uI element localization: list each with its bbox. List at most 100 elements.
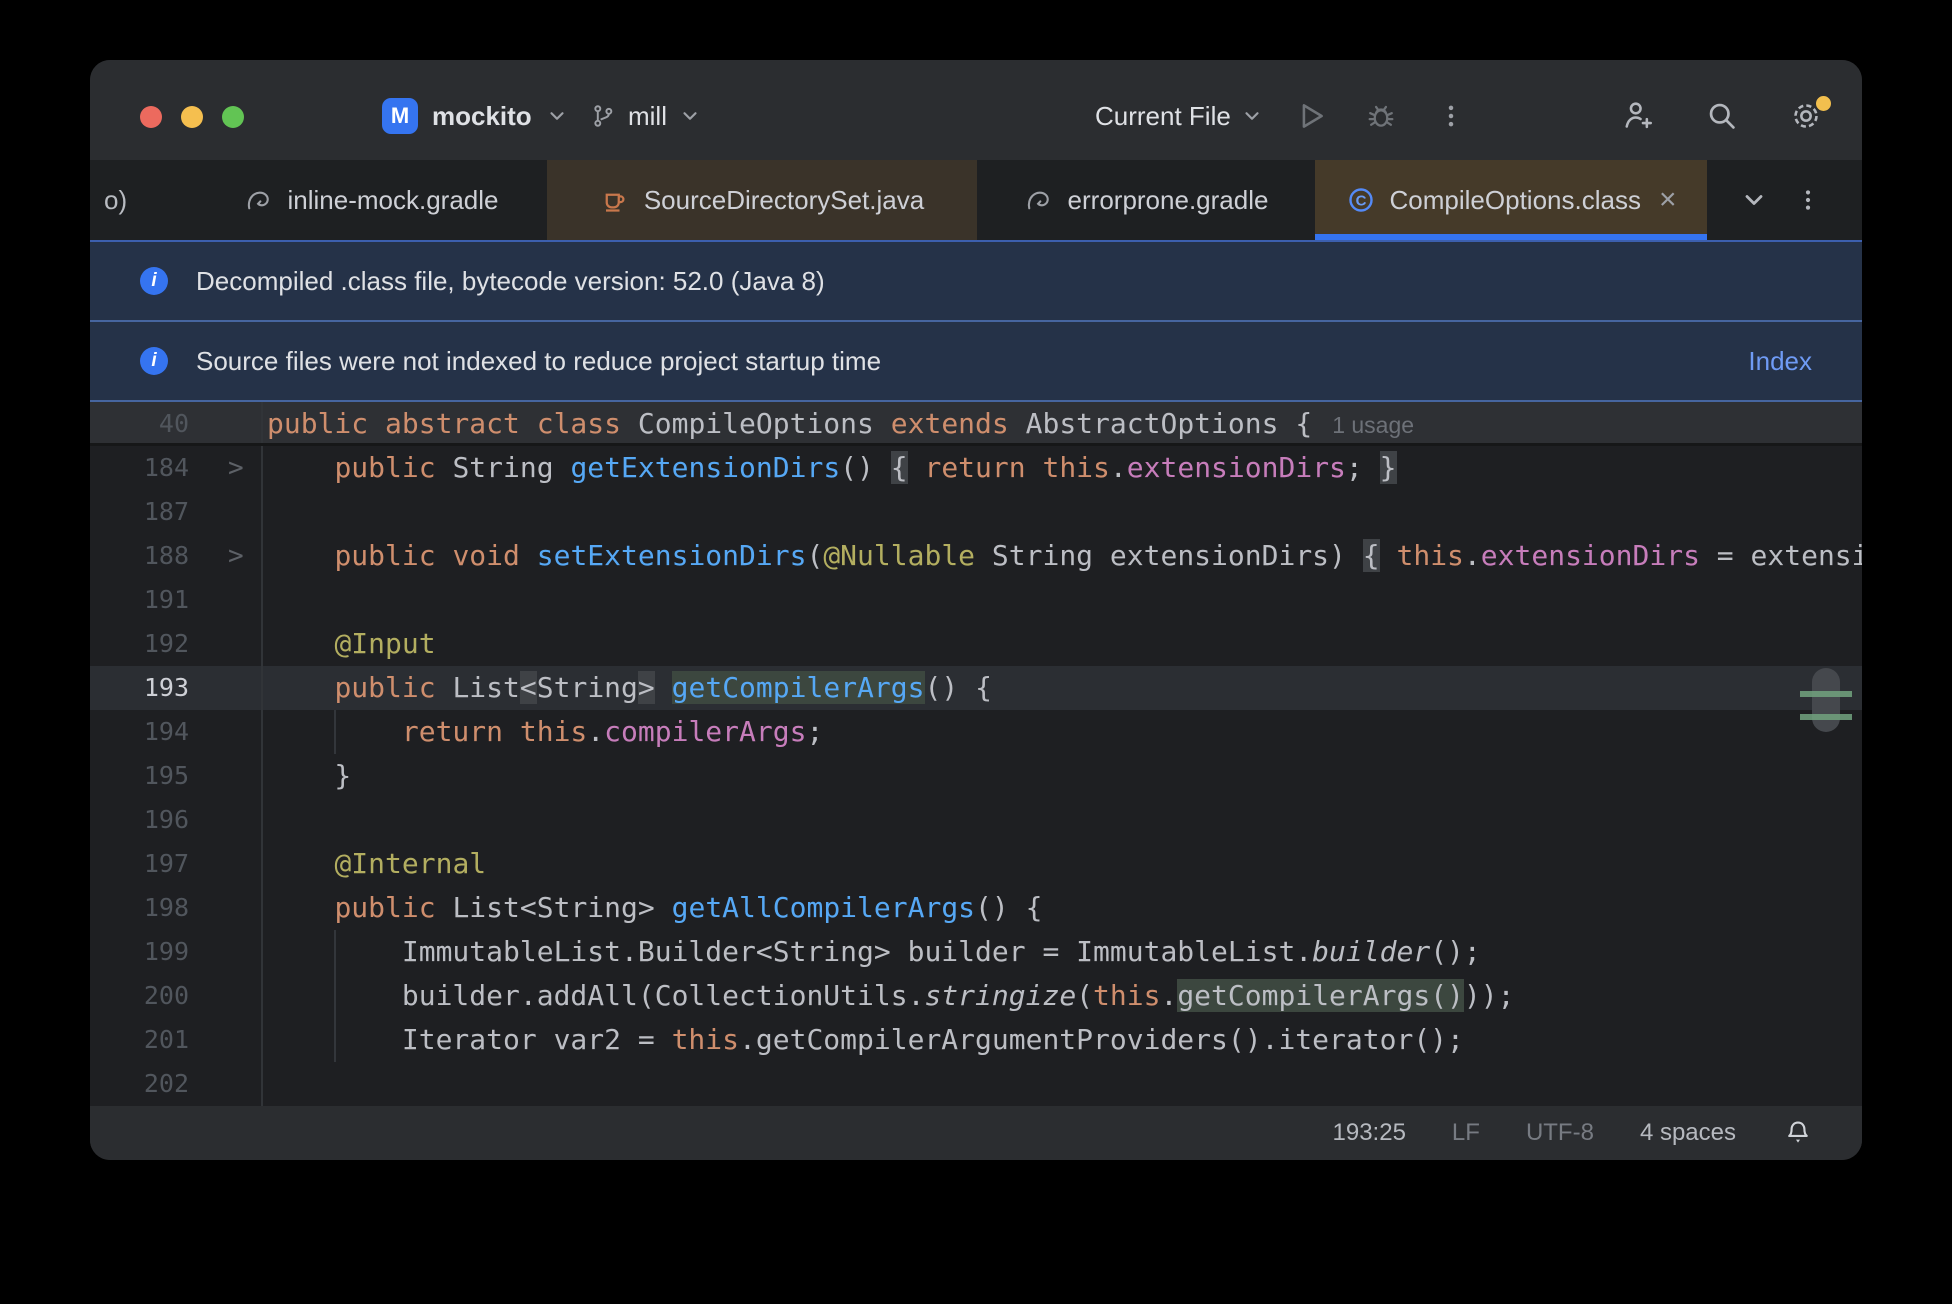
code-line-188[interactable]: 188 > public void setExtensionDirs(@Nulla… bbox=[90, 534, 1862, 578]
svg-text:C: C bbox=[1355, 193, 1366, 210]
index-link[interactable]: Index bbox=[1748, 346, 1812, 377]
code-line-192[interactable]: 192 @Input bbox=[90, 622, 1862, 666]
code-line-202[interactable]: 202 bbox=[90, 1062, 1862, 1106]
add-user-button[interactable] bbox=[1616, 94, 1660, 138]
gutter: 184 > bbox=[90, 446, 263, 490]
gutter: 187 bbox=[90, 490, 263, 534]
gutter: 201 bbox=[90, 1018, 263, 1062]
code-lines: 184 > public String getExtensionDirs() { … bbox=[90, 446, 1862, 1106]
gutter: 40 bbox=[90, 402, 263, 443]
tab-label: SourceDirectorySet.java bbox=[643, 184, 925, 215]
line-number: 40 bbox=[158, 409, 189, 438]
tab-options-kebab-icon[interactable] bbox=[1794, 186, 1822, 214]
ide-window: M mockito mill Current File o) inline-mo… bbox=[90, 60, 1862, 1160]
settings-notification-dot bbox=[1816, 96, 1831, 111]
code-line-193[interactable]: 193 public List<String> getCompilerArgs(… bbox=[90, 666, 1862, 710]
code-line-196[interactable]: 196 bbox=[90, 798, 1862, 842]
gutter: 202 bbox=[90, 1062, 263, 1106]
vertical-scrollbar-thumb[interactable] bbox=[1812, 668, 1840, 732]
scrollbar-highlight-mark[interactable] bbox=[1800, 714, 1852, 720]
more-options-kebab-icon[interactable] bbox=[1429, 94, 1473, 138]
traffic-lights bbox=[140, 106, 244, 128]
zoom-window-button[interactable] bbox=[222, 106, 244, 128]
not-indexed-banner: i Source files were not indexed to reduc… bbox=[90, 322, 1862, 402]
active-tab-indicator bbox=[1315, 234, 1707, 240]
code-line-184[interactable]: 184 > public String getExtensionDirs() { … bbox=[90, 446, 1862, 490]
fold-arrow-icon[interactable]: > bbox=[228, 446, 244, 490]
line-number: 197 bbox=[143, 849, 189, 878]
settings-gear-icon[interactable] bbox=[1784, 94, 1831, 138]
tab-errorprone-gradle[interactable]: errorprone.gradle bbox=[977, 160, 1315, 240]
project-name: mockito bbox=[432, 100, 532, 131]
status-bar: 193:25 LF UTF-8 4 spaces bbox=[90, 1106, 1862, 1160]
minimize-window-button[interactable] bbox=[181, 106, 203, 128]
info-icon: i bbox=[140, 267, 168, 295]
gradle-icon bbox=[244, 185, 274, 215]
tab-compileoptions-class[interactable]: C CompileOptions.class × bbox=[1315, 160, 1707, 240]
file-encoding[interactable]: UTF-8 bbox=[1526, 1119, 1594, 1147]
line-number: 195 bbox=[143, 761, 189, 790]
gutter: 193 bbox=[90, 666, 263, 710]
tab-inline-mock-gradle[interactable]: inline-mock.gradle bbox=[195, 160, 547, 240]
code-text: public List<String> getAllCompilerArgs()… bbox=[334, 891, 1043, 924]
project-widget[interactable]: M mockito bbox=[382, 60, 568, 160]
fold-arrow-icon[interactable]: > bbox=[228, 534, 244, 578]
gutter: 195 bbox=[90, 754, 263, 798]
run-toolbar: Current File bbox=[1095, 60, 1473, 160]
chevron-down-icon bbox=[1241, 105, 1263, 127]
code-line-187[interactable]: 187 bbox=[90, 490, 1862, 534]
line-number: 198 bbox=[143, 893, 189, 922]
gutter: 198 bbox=[90, 886, 263, 930]
close-window-button[interactable] bbox=[140, 106, 162, 128]
indent-setting[interactable]: 4 spaces bbox=[1640, 1119, 1736, 1147]
code-line-198[interactable]: 198 public List<String> getAllCompilerAr… bbox=[90, 886, 1862, 930]
code-line-199[interactable]: 199 ImmutableList.Builder<String> builde… bbox=[90, 930, 1862, 974]
line-number: 194 bbox=[143, 717, 189, 746]
title-bar: M mockito mill Current File bbox=[90, 60, 1862, 160]
editor-tab-bar: o) inline-mock.gradle SourceDirectorySet… bbox=[90, 160, 1862, 240]
gutter: 192 bbox=[90, 622, 263, 666]
banner-text: Source files were not indexed to reduce … bbox=[196, 345, 882, 376]
code-line-194[interactable]: 194 return this.compilerArgs; bbox=[90, 710, 1862, 754]
tab-label: errorprone.gradle bbox=[1067, 184, 1269, 215]
search-icon[interactable] bbox=[1700, 94, 1744, 138]
branch-name: mill bbox=[628, 100, 667, 131]
usage-inlay[interactable]: 1 usage bbox=[1332, 412, 1414, 438]
gutter: 200 bbox=[90, 974, 263, 1018]
gutter: 196 bbox=[90, 798, 263, 842]
scrollbar-highlight-mark[interactable] bbox=[1800, 691, 1852, 697]
code-line-195[interactable]: 195 } bbox=[90, 754, 1862, 798]
line-number: 193 bbox=[143, 673, 189, 702]
notifications-bell-icon[interactable] bbox=[1782, 1117, 1814, 1149]
line-number: 199 bbox=[143, 937, 189, 966]
code-line-197[interactable]: 197 @Internal bbox=[90, 842, 1862, 886]
close-tab-icon[interactable]: × bbox=[1659, 185, 1677, 215]
vcs-branch-widget[interactable]: mill bbox=[590, 60, 701, 160]
code-text bbox=[263, 1062, 267, 1106]
tab-sourcedirectoryset-java[interactable]: SourceDirectorySet.java bbox=[547, 160, 977, 240]
class-file-icon: C bbox=[1346, 185, 1376, 215]
code-line-200[interactable]: 200 builder.addAll(CollectionUtils.strin… bbox=[90, 974, 1862, 1018]
chevron-down-icon[interactable] bbox=[1740, 186, 1768, 214]
gutter: 188 > bbox=[90, 534, 263, 578]
tab-truncated[interactable]: o) bbox=[90, 160, 195, 240]
line-separator[interactable]: LF bbox=[1452, 1119, 1480, 1147]
code-line-201[interactable]: 201 Iterator var2 = this.getCompilerArgu… bbox=[90, 1018, 1862, 1062]
code-text: public void setExtensionDirs(@Nullable S… bbox=[334, 539, 1862, 572]
line-number: 202 bbox=[143, 1069, 189, 1098]
run-button[interactable] bbox=[1289, 94, 1333, 138]
line-number: 191 bbox=[143, 585, 189, 614]
sticky-line[interactable]: 40 public abstract class CompileOptions … bbox=[90, 402, 1862, 446]
tab-label: inline-mock.gradle bbox=[287, 184, 499, 215]
decompiled-banner: i Decompiled .class file, bytecode versi… bbox=[90, 240, 1862, 322]
titlebar-actions bbox=[1616, 60, 1831, 160]
run-config-selector[interactable]: Current File bbox=[1095, 101, 1263, 132]
debug-button[interactable] bbox=[1359, 94, 1403, 138]
tab-bar-actions bbox=[1740, 160, 1862, 240]
caret-position[interactable]: 193:25 bbox=[1333, 1119, 1406, 1147]
code-text: ImmutableList.Builder<String> builder = … bbox=[267, 935, 1481, 968]
java-file-icon bbox=[600, 185, 630, 215]
chevron-down-icon bbox=[546, 105, 568, 127]
code-line-191[interactable]: 191 bbox=[90, 578, 1862, 622]
gradle-icon bbox=[1024, 185, 1054, 215]
